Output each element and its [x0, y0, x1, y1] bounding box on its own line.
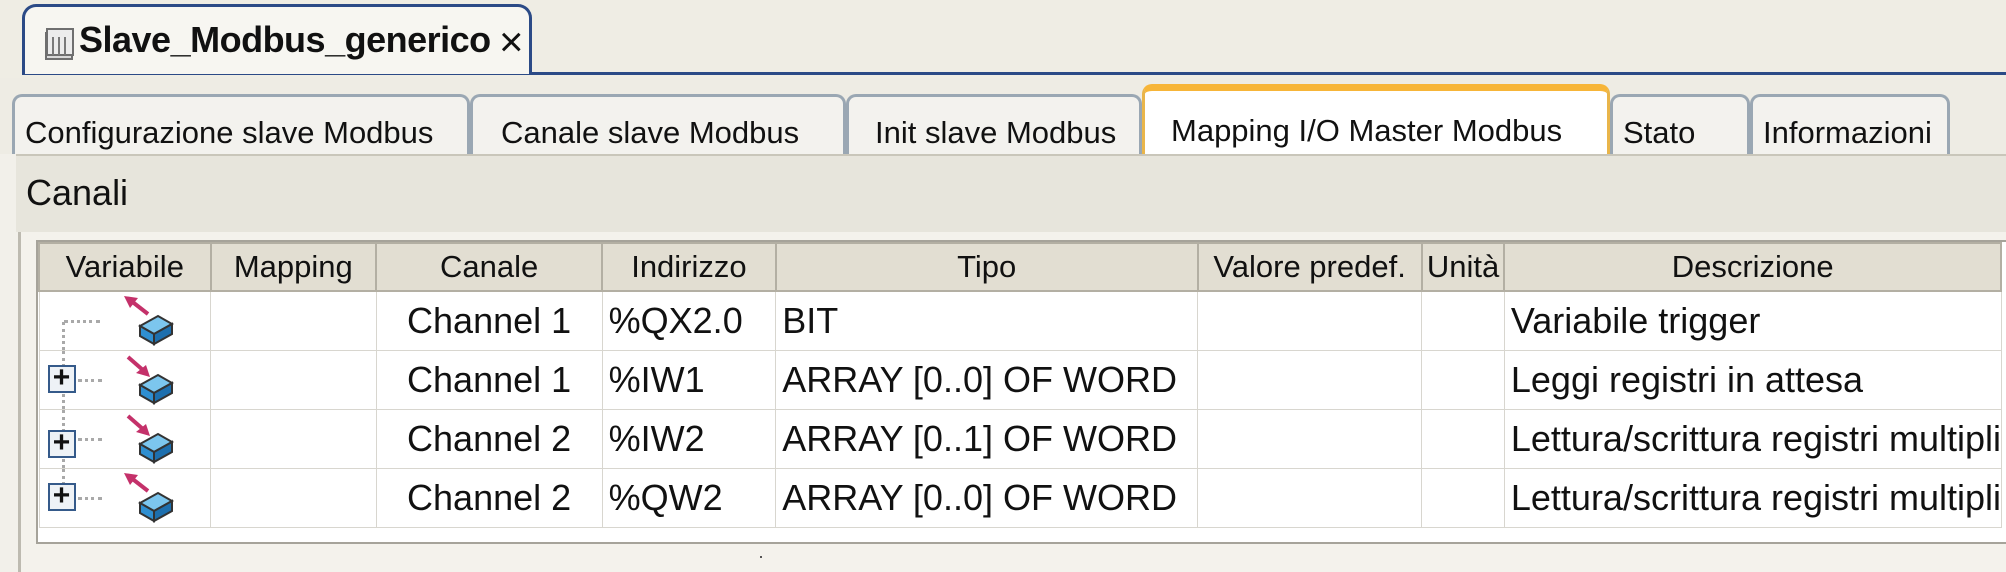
- tipo-cell: ARRAY [0..0] OF WORD: [775, 350, 1199, 410]
- variable-cell[interactable]: +: [38, 409, 212, 469]
- column-header-indirizzo[interactable]: Indirizzo: [601, 242, 777, 292]
- tipo-cell: ARRAY [0..1] OF WORD: [775, 409, 1199, 469]
- output-channel-icon: [123, 296, 174, 346]
- valore-predef-cell[interactable]: [1197, 290, 1423, 351]
- tab-informazioni[interactable]: Informazioni: [1750, 94, 1950, 154]
- table-header-row: Variabile Mapping Canale Indirizzo Tipo …: [38, 242, 2002, 292]
- input-channel-icon: [126, 414, 174, 464]
- canale-cell: Channel 2: [375, 468, 603, 528]
- indirizzo-cell: %IW1: [601, 350, 777, 410]
- expand-icon[interactable]: +: [47, 363, 76, 393]
- descrizione-cell[interactable]: Leggi registri in attesa: [1503, 350, 2002, 410]
- indirizzo-cell: %QW2: [601, 468, 777, 528]
- column-header-valore-predef[interactable]: Valore predef.: [1196, 242, 1423, 292]
- valore-predef-cell[interactable]: [1197, 350, 1423, 410]
- column-header-mapping[interactable]: Mapping: [209, 242, 378, 292]
- expand-icon[interactable]: +: [47, 428, 76, 458]
- section-title: Canali: [26, 172, 129, 213]
- mapping-cell[interactable]: [210, 350, 377, 410]
- editor-tabs: Configurazione slave Modbus Canale slave…: [0, 78, 2006, 154]
- variable-cell[interactable]: +: [38, 468, 212, 528]
- unita-cell[interactable]: [1421, 290, 1505, 351]
- descrizione-cell[interactable]: Lettura/scrittura registri multipli: [1503, 468, 2002, 528]
- expand-icon[interactable]: +: [47, 481, 76, 511]
- tab-init-slave[interactable]: Init slave Modbus: [846, 94, 1142, 154]
- valore-predef-cell[interactable]: [1197, 409, 1423, 469]
- tipo-cell: ARRAY [0..0] OF WORD: [775, 468, 1199, 528]
- section-header: Canali: [16, 154, 2006, 232]
- input-channel-icon: [126, 355, 174, 405]
- tree-line: [77, 438, 102, 441]
- tree-line: [77, 497, 102, 500]
- table-row[interactable]: Channel 1 %QX2.0 BIT Variabile trigger: [38, 290, 2002, 351]
- unita-cell[interactable]: [1421, 409, 1505, 469]
- column-header-descrizione[interactable]: Descrizione: [1503, 242, 2002, 292]
- indirizzo-cell: %IW2: [601, 409, 777, 469]
- stray-dot: [760, 556, 762, 558]
- canale-cell: Channel 1: [375, 290, 603, 351]
- unita-cell[interactable]: [1421, 350, 1505, 410]
- unita-cell[interactable]: [1421, 468, 1505, 528]
- document-tab-strip: Slave_Modbus_generico ×: [0, 0, 2006, 78]
- tipo-cell: BIT: [775, 290, 1199, 351]
- variable-cell[interactable]: +: [38, 350, 212, 410]
- table-row[interactable]: + Channel 1 %IW1 ARRAY [0..0] OF WORD Le…: [38, 350, 2002, 410]
- mapping-cell[interactable]: [210, 468, 377, 528]
- table-row[interactable]: + Channel 2 %IW2 ARRAY [0..1] OF WORD Le…: [38, 409, 2002, 469]
- tree-line: [77, 379, 102, 382]
- tab-stato[interactable]: Stato: [1610, 94, 1750, 154]
- tab-configurazione-slave[interactable]: Configurazione slave Modbus: [12, 94, 470, 154]
- column-header-unita[interactable]: Unità: [1420, 242, 1506, 292]
- channels-table: Variabile Mapping Canale Indirizzo Tipo …: [36, 240, 2006, 544]
- column-header-tipo[interactable]: Tipo: [774, 242, 1199, 292]
- tab-mapping-io[interactable]: Mapping I/O Master Modbus: [1142, 84, 1610, 154]
- document-tab[interactable]: Slave_Modbus_generico ×: [22, 4, 532, 74]
- document-tab-title: Slave_Modbus_generico: [79, 19, 491, 60]
- indirizzo-cell: %QX2.0: [601, 290, 777, 351]
- canale-cell: Channel 1: [375, 350, 603, 410]
- descrizione-cell[interactable]: Variabile trigger: [1503, 290, 2002, 351]
- tree-line: [63, 320, 100, 323]
- output-channel-icon: [123, 473, 174, 523]
- device-icon: [45, 28, 74, 60]
- tree-line: [61, 322, 65, 350]
- canale-cell: Channel 2: [375, 409, 603, 469]
- variable-cell[interactable]: [38, 290, 212, 351]
- column-header-canale[interactable]: Canale: [375, 242, 604, 292]
- mapping-cell[interactable]: [210, 409, 377, 469]
- table-row[interactable]: + Channel 2 %QW2 ARRAY [0..0] OF WORD Le…: [38, 468, 2002, 528]
- descrizione-cell[interactable]: Lettura/scrittura registri multipli: [1503, 409, 2002, 469]
- valore-predef-cell[interactable]: [1197, 468, 1423, 528]
- close-icon[interactable]: ×: [499, 21, 524, 63]
- mapping-cell[interactable]: [210, 290, 377, 351]
- column-header-variabile[interactable]: Variabile: [38, 242, 212, 292]
- tab-canale-slave[interactable]: Canale slave Modbus: [470, 94, 846, 154]
